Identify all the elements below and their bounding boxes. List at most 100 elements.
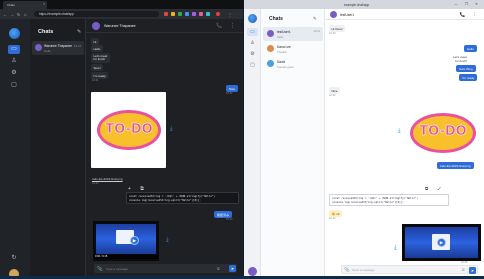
browser-tab[interactable]: Chats ×: [3, 1, 47, 9]
file-link-bubble[interactable]: todo-list-2024-final.png: [437, 162, 474, 169]
home-icon[interactable]: ⌂: [24, 12, 26, 17]
message-time: 10:41: [92, 79, 99, 82]
attach-icon[interactable]: 📎: [97, 266, 103, 272]
close-tab-icon[interactable]: ×: [43, 2, 45, 6]
message-placeholder: Type a message: [106, 266, 129, 271]
extension-icon[interactable]: [192, 12, 196, 16]
download-icon[interactable]: ⤓: [394, 245, 397, 252]
avatar: [267, 45, 274, 52]
user-avatar[interactable]: [248, 267, 257, 276]
chat-list-item[interactable]: Warunee Thapanee Hello 10:41: [32, 41, 84, 55]
code-line: console.log(receivedString.split("Hello"…: [332, 200, 404, 204]
files-nav-icon[interactable]: ▢: [247, 61, 258, 69]
settings-nav-icon[interactable]: ⚙: [8, 69, 20, 78]
code-toolbar[interactable]: ⧉ ✓: [425, 186, 445, 191]
download-icon[interactable]: ⤓: [166, 237, 169, 244]
left-nav-rail: ▭ ♙ ⚙ ▢ ↻: [0, 19, 30, 276]
code-block: const receivedString = '<Q1>' + JSON.str…: [329, 194, 449, 206]
message-time: 10:44: [226, 218, 233, 221]
code-line: console.log(receivedString.split("Hello"…: [129, 198, 201, 202]
chat-list-item[interactable]: Dana Lee Thanks!: [263, 42, 323, 56]
message-input[interactable]: 📎 Type a message ☺ ➤: [94, 264, 237, 273]
chat-list-panel: Chats ✎ testUser1 Hello 10:41 Dana Lee T…: [261, 9, 325, 276]
todo-image-text: TO-DO: [105, 122, 153, 138]
send-button[interactable]: ➤: [229, 265, 236, 272]
chat-header-name: Warunee Thapanee: [104, 23, 136, 28]
chat-header-actions[interactable]: 📞 ⋮: [460, 12, 480, 18]
message-time: 10:42: [329, 94, 336, 97]
todo-image[interactable]: TO-DO: [91, 92, 166, 168]
chat-header-actions[interactable]: 📞 ⋮: [216, 23, 238, 29]
avatar: [330, 11, 337, 18]
message-time: 10:43: [92, 182, 99, 185]
chat-list-title: Chats: [38, 29, 54, 35]
video-frame: ▶: [405, 227, 478, 258]
chat-nav-icon[interactable]: ▭: [247, 28, 258, 36]
chat-list-item[interactable]: testUser1 Hello 10:41: [263, 27, 323, 41]
extension-icon[interactable]: [185, 12, 189, 16]
message-bubble: I'm ready: [91, 72, 109, 79]
forward-icon[interactable]: →: [10, 12, 14, 17]
my-message-bubble: Hello: [464, 45, 477, 52]
chat-header: testUser1 📞 ⋮: [325, 9, 484, 20]
window-controls[interactable]: — ❐ ✕: [454, 2, 481, 6]
url-bar: ← → ↻ ⌂ https://example.chat/app ⋮: [0, 9, 243, 19]
chat-item-time: 10:41: [313, 29, 321, 33]
chat-item-preview: Hello: [44, 49, 51, 53]
play-icon[interactable]: ▶: [437, 238, 446, 247]
attach-icon[interactable]: 📎: [344, 267, 350, 273]
chat-item-preview: Thanks!: [277, 49, 287, 54]
video-player[interactable]: ▶ 0:00 / 0:15: [93, 221, 159, 261]
chat-nav-icon[interactable]: ▭: [8, 45, 20, 54]
chat-header: Warunee Thapanee 📞 ⋮: [86, 19, 243, 33]
chat-list-panel: Chats ✎ Warunee Thapanee Hello 10:41: [30, 19, 86, 276]
contacts-nav-icon[interactable]: ♙: [8, 57, 20, 66]
emoji-icon[interactable]: ☺: [216, 266, 221, 271]
new-chat-icon[interactable]: ✎: [77, 29, 81, 35]
message-input[interactable]: 📎 Send a message ☺ ➤: [341, 265, 478, 274]
message-bubble: Hi there!: [329, 25, 346, 32]
my-message-bubble: Nice: [226, 85, 239, 92]
contacts-nav-icon[interactable]: ♙: [247, 39, 258, 47]
file-link[interactable]: todo-list-2024-final.png: [92, 177, 123, 181]
download-icon[interactable]: ⤓: [170, 126, 173, 133]
chat-conversation: testUser1 📞 ⋮ Hi there! 10:40 Hello Let'…: [325, 9, 484, 276]
settings-nav-icon[interactable]: ⚙: [247, 50, 258, 58]
new-chat-icon[interactable]: ✎: [313, 16, 317, 22]
message-placeholder: Send a message: [352, 268, 375, 273]
left-browser-window: Chats × ← → ↻ ⌂ https://example.chat/app…: [0, 0, 243, 276]
extension-icon[interactable]: [199, 12, 203, 16]
extension-icon[interactable]: [164, 12, 168, 16]
tab-bar: Chats ×: [0, 0, 243, 9]
avatar: [267, 60, 274, 67]
download-icon[interactable]: ⤓: [398, 128, 401, 135]
message-bubble: 😊 Ok: [329, 210, 343, 217]
extension-icon[interactable]: [171, 12, 175, 16]
chat-item-name: Warunee Thapanee: [44, 44, 72, 48]
right-nav-rail: ▭ ♙ ⚙ ▢: [244, 9, 261, 276]
address-input[interactable]: https://example.chat/app: [34, 11, 159, 17]
logout-icon[interactable]: ↻: [8, 254, 20, 263]
my-message-bubble: I'm ready: [459, 74, 478, 81]
avatar: [35, 44, 42, 51]
user-avatar[interactable]: [9, 269, 19, 276]
play-icon[interactable]: ▶: [130, 236, 139, 245]
extension-icon[interactable]: [178, 12, 182, 16]
message-bubble: Hi: [91, 38, 99, 45]
files-nav-icon[interactable]: ▢: [8, 81, 20, 90]
extension-icon[interactable]: [206, 12, 210, 16]
menu-icon[interactable]: ⋮: [228, 12, 232, 17]
video-controls[interactable]: 0:00 / 0:15: [93, 255, 159, 259]
app-logo: [248, 14, 257, 23]
chat-item-name: Dana Lee: [277, 44, 291, 49]
chat-list-item[interactable]: David Sounds good: [263, 57, 323, 71]
chat-item-preview: Sounds good: [277, 64, 294, 69]
back-icon[interactable]: ←: [3, 12, 7, 17]
emoji-icon[interactable]: ☺: [461, 267, 466, 272]
video-player[interactable]: ▶: [402, 224, 481, 261]
send-button[interactable]: ➤: [469, 266, 476, 274]
tab-label: Chats: [7, 2, 15, 7]
todo-image[interactable]: TO-DO: [405, 105, 481, 161]
reload-icon[interactable]: ↻: [17, 12, 20, 17]
profile-icon[interactable]: [216, 12, 220, 16]
